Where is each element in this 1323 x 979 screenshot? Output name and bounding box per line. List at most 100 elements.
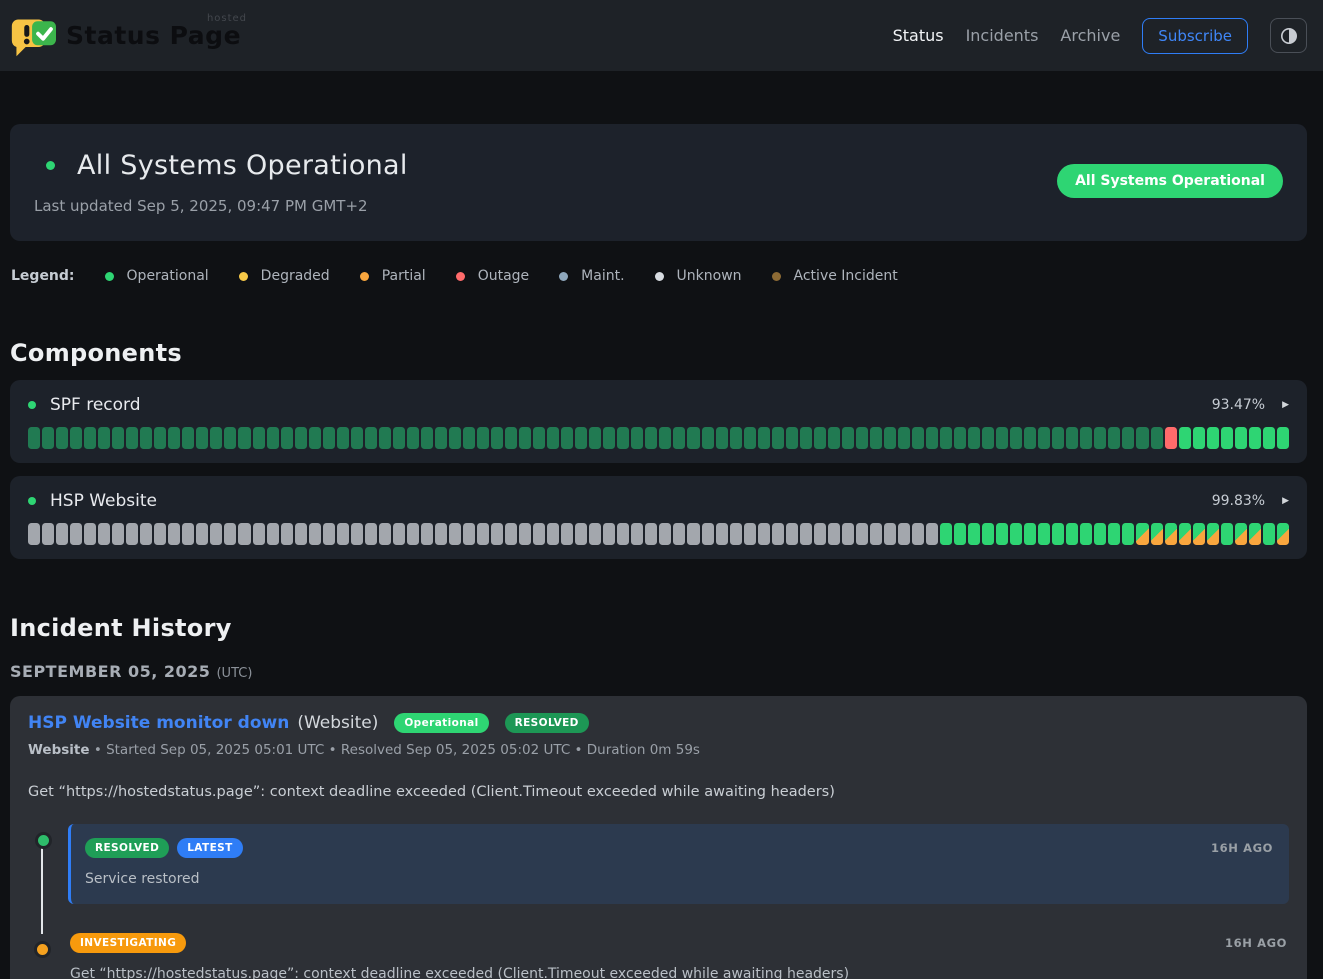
uptime-bar-empty[interactable] bbox=[533, 523, 545, 545]
uptime-bar-muted[interactable] bbox=[351, 427, 363, 449]
uptime-bar-muted[interactable] bbox=[926, 427, 938, 449]
uptime-bar-muted[interactable] bbox=[253, 427, 265, 449]
uptime-bar-empty[interactable] bbox=[224, 523, 236, 545]
uptime-bar-empty[interactable] bbox=[547, 523, 559, 545]
uptime-bar-muted[interactable] bbox=[758, 427, 770, 449]
uptime-bar-muted[interactable] bbox=[196, 427, 208, 449]
nav-item-archive[interactable]: Archive bbox=[1060, 26, 1120, 45]
uptime-bar-muted[interactable] bbox=[210, 427, 222, 449]
uptime-bar-muted[interactable] bbox=[1094, 427, 1106, 449]
uptime-bar-muted[interactable] bbox=[898, 427, 910, 449]
uptime-bar-empty[interactable] bbox=[617, 523, 629, 545]
uptime-bar-muted[interactable] bbox=[112, 427, 124, 449]
uptime-bar-muted[interactable] bbox=[477, 427, 489, 449]
uptime-bar-empty[interactable] bbox=[772, 523, 784, 545]
uptime-bar-muted[interactable] bbox=[842, 427, 854, 449]
uptime-bar-muted[interactable] bbox=[1066, 427, 1078, 449]
uptime-bar-muted[interactable] bbox=[702, 427, 714, 449]
uptime-bar-muted[interactable] bbox=[982, 427, 994, 449]
uptime-bar-empty[interactable] bbox=[407, 523, 419, 545]
uptime-bar-muted[interactable] bbox=[505, 427, 517, 449]
uptime-bar-muted[interactable] bbox=[168, 427, 180, 449]
uptime-bar-muted[interactable] bbox=[645, 427, 657, 449]
uptime-bar-empty[interactable] bbox=[800, 523, 812, 545]
uptime-bar-muted[interactable] bbox=[856, 427, 868, 449]
uptime-bar-muted[interactable] bbox=[407, 427, 419, 449]
uptime-bar-empty[interactable] bbox=[337, 523, 349, 545]
uptime-bar-operational[interactable] bbox=[1263, 523, 1275, 545]
uptime-bar-muted[interactable] bbox=[744, 427, 756, 449]
uptime-bar-muted[interactable] bbox=[659, 427, 671, 449]
uptime-bar-operational[interactable] bbox=[1122, 523, 1134, 545]
uptime-bar-degraded[interactable] bbox=[1136, 523, 1148, 545]
uptime-bar-empty[interactable] bbox=[56, 523, 68, 545]
uptime-bar-muted[interactable] bbox=[365, 427, 377, 449]
uptime-bar-empty[interactable] bbox=[421, 523, 433, 545]
uptime-bar-empty[interactable] bbox=[645, 523, 657, 545]
uptime-bar-empty[interactable] bbox=[435, 523, 447, 545]
uptime-bar-muted[interactable] bbox=[547, 427, 559, 449]
uptime-bar-muted[interactable] bbox=[1080, 427, 1092, 449]
uptime-bar-empty[interactable] bbox=[687, 523, 699, 545]
uptime-bar-empty[interactable] bbox=[589, 523, 601, 545]
subscribe-button[interactable]: Subscribe bbox=[1142, 18, 1248, 54]
uptime-bar-operational[interactable] bbox=[1249, 427, 1261, 449]
uptime-bar-muted[interactable] bbox=[996, 427, 1008, 449]
uptime-bar-empty[interactable] bbox=[140, 523, 152, 545]
uptime-bar-empty[interactable] bbox=[561, 523, 573, 545]
uptime-bar-operational[interactable] bbox=[1221, 523, 1233, 545]
uptime-bar-empty[interactable] bbox=[295, 523, 307, 545]
uptime-bar-muted[interactable] bbox=[589, 427, 601, 449]
uptime-bar-muted[interactable] bbox=[323, 427, 335, 449]
uptime-bar-muted[interactable] bbox=[295, 427, 307, 449]
uptime-bar-degraded[interactable] bbox=[1193, 523, 1205, 545]
uptime-bar-operational[interactable] bbox=[968, 523, 980, 545]
uptime-bar-empty[interactable] bbox=[253, 523, 265, 545]
uptime-bar-muted[interactable] bbox=[1151, 427, 1163, 449]
uptime-bar-muted[interactable] bbox=[309, 427, 321, 449]
uptime-bar-muted[interactable] bbox=[421, 427, 433, 449]
uptime-bar-degraded[interactable] bbox=[1207, 523, 1219, 545]
uptime-bar-empty[interactable] bbox=[281, 523, 293, 545]
uptime-bar-operational[interactable] bbox=[1193, 427, 1205, 449]
uptime-bar-outage[interactable] bbox=[1165, 427, 1177, 449]
uptime-bar-muted[interactable] bbox=[1052, 427, 1064, 449]
uptime-bar-empty[interactable] bbox=[828, 523, 840, 545]
uptime-bar-empty[interactable] bbox=[814, 523, 826, 545]
uptime-bar-empty[interactable] bbox=[449, 523, 461, 545]
uptime-bar-empty[interactable] bbox=[870, 523, 882, 545]
uptime-bar-empty[interactable] bbox=[730, 523, 742, 545]
uptime-bar-empty[interactable] bbox=[603, 523, 615, 545]
uptime-bar-operational[interactable] bbox=[1024, 523, 1036, 545]
uptime-bar-empty[interactable] bbox=[716, 523, 728, 545]
uptime-bar-empty[interactable] bbox=[365, 523, 377, 545]
uptime-bar-empty[interactable] bbox=[196, 523, 208, 545]
uptime-bar-operational[interactable] bbox=[1207, 427, 1219, 449]
uptime-bar-muted[interactable] bbox=[463, 427, 475, 449]
uptime-bar-muted[interactable] bbox=[603, 427, 615, 449]
uptime-bar-empty[interactable] bbox=[631, 523, 643, 545]
uptime-bar-muted[interactable] bbox=[730, 427, 742, 449]
uptime-bar-operational[interactable] bbox=[982, 523, 994, 545]
uptime-bar-muted[interactable] bbox=[337, 427, 349, 449]
uptime-bar-muted[interactable] bbox=[617, 427, 629, 449]
uptime-bar-muted[interactable] bbox=[126, 427, 138, 449]
uptime-bar-muted[interactable] bbox=[1024, 427, 1036, 449]
uptime-bar-empty[interactable] bbox=[856, 523, 868, 545]
theme-toggle-button[interactable] bbox=[1270, 18, 1307, 53]
uptime-bar-muted[interactable] bbox=[140, 427, 152, 449]
uptime-bar-muted[interactable] bbox=[533, 427, 545, 449]
uptime-bar-muted[interactable] bbox=[673, 427, 685, 449]
uptime-bar-muted[interactable] bbox=[631, 427, 643, 449]
uptime-bar-empty[interactable] bbox=[463, 523, 475, 545]
uptime-bar-muted[interactable] bbox=[828, 427, 840, 449]
component-header[interactable]: SPF record93.47%▶ bbox=[28, 395, 1289, 415]
uptime-bar-muted[interactable] bbox=[281, 427, 293, 449]
uptime-bar-empty[interactable] bbox=[267, 523, 279, 545]
uptime-bar-operational[interactable] bbox=[1094, 523, 1106, 545]
uptime-bar-empty[interactable] bbox=[758, 523, 770, 545]
uptime-bar-muted[interactable] bbox=[687, 427, 699, 449]
uptime-bar-muted[interactable] bbox=[716, 427, 728, 449]
uptime-bar-operational[interactable] bbox=[1080, 523, 1092, 545]
uptime-bar-operational[interactable] bbox=[1221, 427, 1233, 449]
